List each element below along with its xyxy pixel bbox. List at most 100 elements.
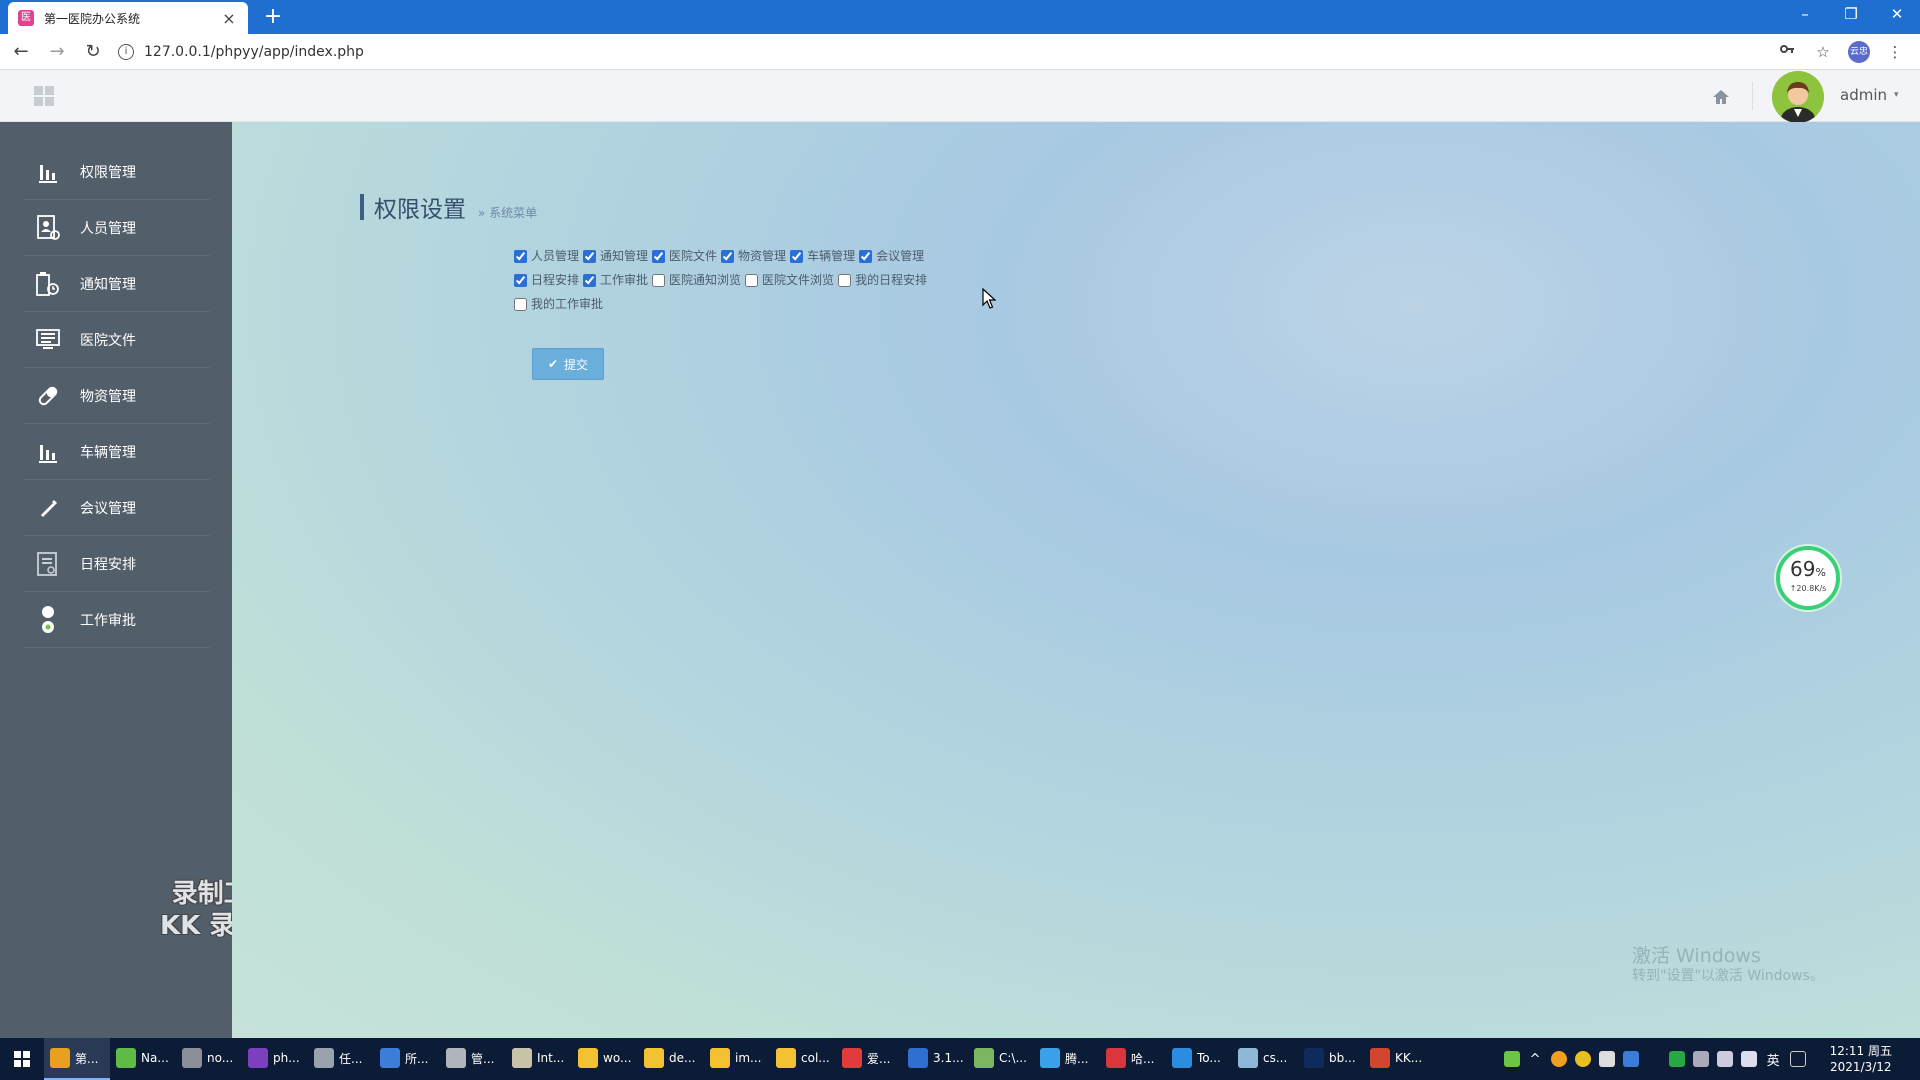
url-field[interactable]: i 127.0.0.1/phpyy/app/index.php	[118, 38, 1776, 66]
permission-option[interactable]: 工作审批	[583, 270, 648, 291]
permission-label: 通知管理	[600, 249, 649, 263]
permission-checkbox[interactable]	[721, 250, 735, 263]
tray-expand-icon[interactable]: ^	[1530, 1052, 1541, 1067]
taskbar-app[interactable]: 管...	[440, 1038, 506, 1080]
taskbar-app[interactable]: cs...	[1232, 1038, 1298, 1080]
sidebar-item-files[interactable]: 医院文件	[24, 312, 210, 368]
taskbar-app[interactable]: im...	[704, 1038, 770, 1080]
user-name[interactable]: admin	[1840, 86, 1887, 104]
sidebar-item-schedule[interactable]: 日程安排	[24, 536, 210, 592]
permission-checkbox[interactable]	[652, 274, 666, 287]
menu-dots-icon[interactable]: ⋮	[1884, 41, 1906, 63]
permission-checkbox[interactable]	[514, 298, 527, 311]
ime-indicator[interactable]: 英	[1767, 1050, 1780, 1069]
profile-avatar[interactable]: 云忠	[1848, 40, 1870, 63]
permission-checkbox[interactable]	[514, 274, 527, 287]
permission-option[interactable]: 通知管理	[583, 246, 648, 267]
bookmark-star-icon[interactable]: ☆	[1812, 41, 1834, 63]
taskbar-app[interactable]: To...	[1166, 1038, 1232, 1080]
permission-option[interactable]: 日程安排	[514, 270, 579, 291]
tray-volume-icon[interactable]	[1740, 1051, 1757, 1067]
permission-checkbox[interactable]	[790, 250, 804, 263]
taskbar-app[interactable]: de...	[638, 1038, 704, 1080]
maximize-button[interactable]: ❐	[1828, 0, 1874, 30]
user-menu-caret-icon[interactable]: ▾	[1894, 90, 1899, 100]
taskbar-app-icon	[314, 1048, 334, 1068]
permission-checkbox[interactable]	[859, 250, 873, 263]
key-icon[interactable]	[1776, 41, 1798, 63]
sidebar-item-meetings[interactable]: 会议管理	[24, 480, 210, 536]
permission-option[interactable]: 会议管理	[859, 246, 924, 267]
browser-tab-bar: 医 第一医院办公系统 × + – ❐ ✕	[0, 0, 1920, 34]
taskbar-app-label: cs...	[1263, 1051, 1288, 1065]
tray-battery-icon[interactable]	[1503, 1051, 1520, 1067]
sidebar-item-permissions[interactable]: 权限管理	[24, 144, 210, 200]
tab-close-icon[interactable]: ×	[220, 9, 238, 28]
avatar[interactable]	[1772, 71, 1824, 123]
apps-grid-icon[interactable]	[34, 86, 54, 106]
taskbar-app[interactable]: 所...	[374, 1038, 440, 1080]
permission-option[interactable]: 我的日程安排	[838, 270, 927, 291]
permission-option[interactable]: 人员管理	[514, 246, 579, 267]
window-close-button[interactable]: ✕	[1874, 0, 1920, 30]
system-clock[interactable]: 12:11 周五 2021/3/12	[1830, 1043, 1892, 1075]
permission-option[interactable]: 车辆管理	[790, 246, 855, 267]
sidebar-item-supplies[interactable]: 物资管理	[24, 368, 210, 424]
taskbar-app[interactable]: 第...	[44, 1038, 110, 1080]
sidebar-item-staff[interactable]: 人员管理	[24, 200, 210, 256]
taskbar-app[interactable]: 爱...	[836, 1038, 902, 1080]
permission-checkbox[interactable]	[583, 250, 597, 263]
permission-checkbox[interactable]	[583, 274, 597, 287]
tray-shield-icon[interactable]	[1622, 1051, 1639, 1067]
taskbar-app[interactable]: no...	[176, 1038, 242, 1080]
sidebar-item-approval[interactable]: 工作审批	[24, 592, 210, 648]
site-info-icon[interactable]: i	[118, 43, 134, 60]
taskbar-app-icon	[1172, 1048, 1192, 1068]
taskbar-app[interactable]: KK...	[1364, 1038, 1430, 1080]
tray-nvidia-icon[interactable]	[1668, 1051, 1685, 1067]
permission-option[interactable]: 医院通知浏览	[652, 270, 741, 291]
taskbar-app-icon	[182, 1048, 202, 1068]
permission-option[interactable]: 物资管理	[721, 246, 786, 267]
permission-option[interactable]: 医院文件	[652, 246, 717, 267]
taskbar-app[interactable]: Na...	[110, 1038, 176, 1080]
taskbar-app[interactable]: 腾...	[1034, 1038, 1100, 1080]
permission-checkbox[interactable]	[652, 250, 666, 263]
taskbar-app-label: Int...	[537, 1051, 565, 1065]
taskbar-app-icon	[446, 1048, 466, 1068]
sidebar-item-notices[interactable]: 通知管理	[24, 256, 210, 312]
network-speed-widget[interactable]: 69% ↑20.8K/s	[1776, 546, 1840, 610]
permission-option[interactable]: 我的工作审批	[514, 294, 603, 315]
new-tab-button[interactable]: +	[258, 3, 288, 31]
reload-icon[interactable]: ↻	[78, 37, 108, 67]
monitor-icon	[34, 326, 62, 354]
start-button[interactable]	[0, 1038, 44, 1080]
permission-checkbox[interactable]	[745, 274, 759, 287]
back-icon[interactable]: ←	[6, 37, 36, 67]
taskbar-app[interactable]: col...	[770, 1038, 836, 1080]
tray-wifi-icon[interactable]	[1716, 1051, 1733, 1067]
tray-keyboard-icon[interactable]	[1789, 1051, 1806, 1067]
tray-app-icon[interactable]	[1550, 1051, 1567, 1067]
taskbar-app[interactable]: Int...	[506, 1038, 572, 1080]
taskbar-app[interactable]: 哈...	[1100, 1038, 1166, 1080]
tray-app-icon[interactable]	[1574, 1051, 1591, 1067]
forward-icon[interactable]: →	[42, 37, 72, 67]
taskbar-app[interactable]: C:\...	[968, 1038, 1034, 1080]
taskbar-app[interactable]: bb...	[1298, 1038, 1364, 1080]
taskbar-app[interactable]: wo...	[572, 1038, 638, 1080]
taskbar-app[interactable]: 3.1...	[902, 1038, 968, 1080]
sidebar-item-vehicles[interactable]: 车辆管理	[24, 424, 210, 480]
taskbar-app[interactable]: ph...	[242, 1038, 308, 1080]
tray-battery-status-icon[interactable]	[1692, 1051, 1709, 1067]
taskbar-app[interactable]: 任...	[308, 1038, 374, 1080]
minimize-button[interactable]: –	[1782, 0, 1828, 30]
submit-button[interactable]: ✔ 提交	[532, 348, 604, 380]
home-icon[interactable]	[1710, 86, 1732, 108]
page-header: 权限设置 » 系统菜单	[360, 190, 537, 224]
tray-bell-icon[interactable]	[1598, 1051, 1615, 1067]
permission-checkbox[interactable]	[838, 274, 852, 287]
permission-checkbox[interactable]	[514, 250, 527, 263]
browser-tab[interactable]: 医 第一医院办公系统 ×	[8, 2, 248, 34]
permission-option[interactable]: 医院文件浏览	[745, 270, 834, 291]
